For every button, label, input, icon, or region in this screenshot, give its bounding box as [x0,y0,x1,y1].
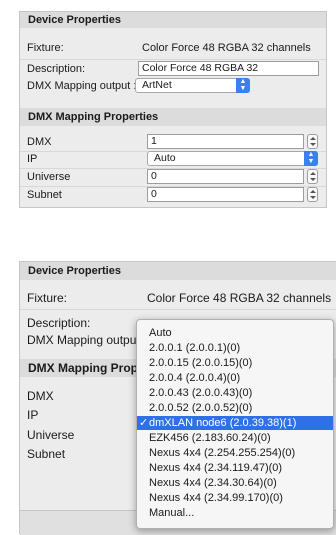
universe-label: Universe [27,171,71,183]
dmx-stepper[interactable] [307,134,318,149]
ip-select-value: Auto [154,152,176,164]
row-divider [20,59,326,60]
ip-menu-item-label: Auto [149,327,172,339]
ip-menu-item-label: Manual... [149,507,195,519]
ip-menu-item[interactable]: ✓dmXLAN node6 (2.0.39.38)(1) [137,416,333,430]
ip-menu-item-label: 2.0.0.4 (2.0.0.4)(0) [149,372,241,384]
ip-menu-item[interactable]: 2.0.0.4 (2.0.0.4)(0) [137,372,333,385]
subnet-label: Subnet [27,189,62,201]
ip-menu-item[interactable]: Nexus 4x4 (2.34.119.47)(0) [137,462,333,475]
ip-menu-item-label: EZK456 (2.183.60.24)(0) [149,432,271,444]
dmx-mapping-output-label: DMX Mapping output : [27,80,137,92]
description-label: Description: [27,63,86,75]
ip-menu-item[interactable]: Nexus 4x4 (2.34.30.64)(0) [137,477,333,490]
fixture-value: Color Force 48 RGBA 32 channels [142,42,311,54]
subnet-stepper[interactable] [307,187,318,202]
device-properties-header: Device Properties [20,262,336,280]
ip-select[interactable]: Auto ▲ ▼ [147,151,318,166]
ip-menu-item[interactable]: Nexus 4x4 (2.254.255.254)(0) [137,447,333,460]
dmx-field[interactable]: 1 [147,134,304,149]
description-field[interactable]: Color Force 48 RGBA 32 [138,61,319,76]
fixture-label: Fixture: [27,291,68,305]
ip-menu-item-label: 2.0.0.43 (2.0.0.43)(0) [149,387,253,399]
dmx-mapping-output-select[interactable]: ArtNet ▲ ▼ [135,78,250,93]
top-properties-panel: Device Properties Fixture: Color Force 4… [19,11,327,208]
ip-menu-item[interactable]: Manual... [137,507,333,520]
ip-menu-item[interactable]: 2.0.0.43 (2.0.0.43)(0) [137,387,333,400]
dmx-mapping-properties-header: DMX Mapping Properties [20,108,326,126]
fixture-value: Color Force 48 RGBA 32 channels [147,291,332,305]
dmx-mapping-output-label: DMX Mapping outpu [27,333,137,347]
dmx-mapping-output-value: ArtNet [142,79,172,91]
subnet-field[interactable]: 0 [147,187,304,202]
ip-menu-item[interactable]: Nexus 4x4 (2.34.99.170)(0) [137,492,333,505]
dmx-label: DMX [27,389,54,403]
description-label: Description: [27,316,91,330]
ip-menu-item-label: Nexus 4x4 (2.34.30.64)(0) [149,477,277,489]
subnet-label: Subnet [27,447,66,461]
ip-menu-item-label: 2.0.0.52 (2.0.0.52)(0) [149,402,253,414]
universe-field[interactable]: 0 [147,169,304,184]
ip-menu-item-label: Nexus 4x4 (2.254.255.254)(0) [149,447,296,459]
ip-menu-item-label: 2.0.0.1 (2.0.0.1)(0) [149,342,241,354]
ip-menu-item-label: 2.0.0.15 (2.0.0.15)(0) [149,357,253,369]
ip-menu-item-label: Nexus 4x4 (2.34.119.47)(0) [149,462,283,474]
ip-menu-item[interactable]: 2.0.0.1 (2.0.0.1)(0) [137,342,333,355]
ip-dropdown-menu: Auto 2.0.0.1 (2.0.0.1)(0) 2.0.0.15 (2.0.0.… [136,319,334,529]
fixture-label: Fixture: [27,42,64,54]
universe-stepper[interactable] [307,169,318,184]
ip-label: IP [27,408,39,422]
ip-menu-item[interactable]: Auto [137,327,333,340]
ip-label: IP [27,153,38,165]
select-arrows-icon: ▲ ▼ [304,151,318,166]
ip-menu-item-label: dmXLAN node6 (2.0.39.38)(1) [149,417,297,429]
device-properties-header: Device Properties [20,12,326,28]
checkmark-icon: ✓ [139,417,149,429]
ip-menu-item-label: Nexus 4x4 (2.34.99.170)(0) [149,492,283,504]
ip-menu-item[interactable]: EZK456 (2.183.60.24)(0) [137,432,333,445]
row-divider [20,309,336,310]
ip-menu-item[interactable]: 2.0.0.15 (2.0.0.15)(0) [137,357,333,370]
universe-label: Universe [27,428,75,442]
dmx-label: DMX [27,136,52,148]
select-arrows-icon: ▲ ▼ [236,78,250,93]
ip-menu-item[interactable]: 2.0.0.52 (2.0.0.52)(0) [137,402,333,415]
